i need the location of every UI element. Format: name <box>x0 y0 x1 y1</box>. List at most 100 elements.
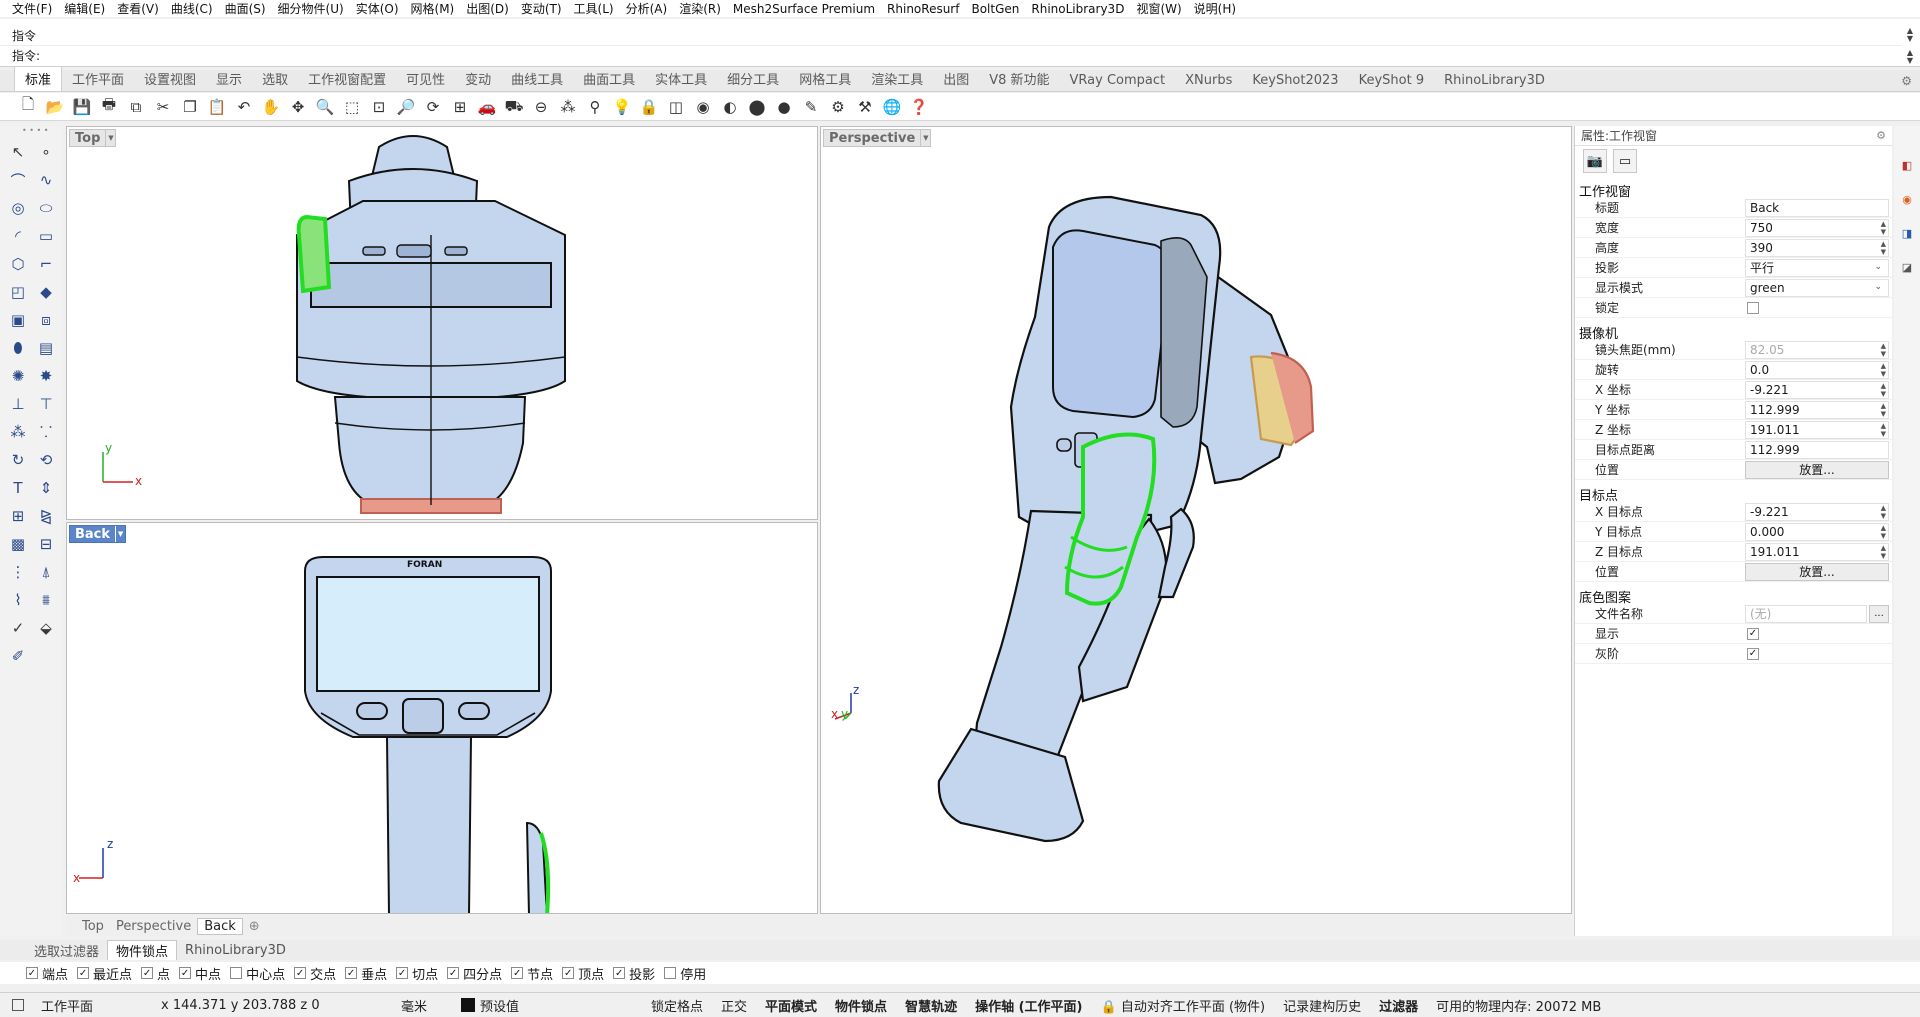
menu-solid[interactable]: 实体(O) <box>350 0 405 17</box>
status-layer[interactable]: 预设值 <box>452 996 642 1015</box>
split-icon[interactable]: ⊤ <box>32 390 60 418</box>
menu-mesh2surface[interactable]: Mesh2Surface Premium <box>727 2 881 16</box>
menu-curve[interactable]: 曲线(C) <box>165 0 219 17</box>
dimension-icon[interactable]: ⇕ <box>32 474 60 502</box>
status-ortho[interactable]: 正交 <box>712 996 756 1015</box>
point-icon[interactable]: ∘ <box>32 138 60 166</box>
menu-view[interactable]: 查看(V) <box>111 0 165 17</box>
menu-rhinoresurf[interactable]: RhinoResurf <box>881 2 965 16</box>
tab-solid-tools[interactable]: 实体工具 <box>645 69 717 91</box>
osnap-point-checkbox[interactable]: ✓ <box>141 967 154 979</box>
new-file-icon[interactable]: 🗋 <box>16 95 40 119</box>
block-icon[interactable]: ▩ <box>4 530 32 558</box>
target-z-field[interactable]: 191.011 ▲ ▼ <box>1745 542 1889 561</box>
viewport-menu-arrow-icon[interactable]: ▼ <box>920 130 930 146</box>
viewport-menu-arrow-icon[interactable]: ▼ <box>105 130 115 146</box>
ungroup-icon[interactable]: ⸪ <box>32 418 60 446</box>
rotate-3d-icon[interactable]: ⟲ <box>32 446 60 474</box>
status-grid-snap[interactable]: 锁定格点 <box>642 996 712 1015</box>
polyline-icon[interactable]: ⌒ <box>4 166 32 194</box>
color-wheel-icon[interactable]: ◉ <box>691 95 715 119</box>
history-icon[interactable]: ⊟ <box>32 530 60 558</box>
lock-icon[interactable]: 🔒 <box>637 95 661 119</box>
tab-keyshot9[interactable]: KeyShot 9 <box>1349 73 1435 91</box>
bend-icon[interactable]: ⌇ <box>4 586 32 614</box>
vptab-perspective[interactable]: Perspective <box>110 919 197 934</box>
tab-drafting[interactable]: 出图 <box>933 69 979 91</box>
status-smarttrack[interactable]: 智慧轨迹 <box>896 996 966 1015</box>
box-solid-icon[interactable]: ▣ <box>4 306 32 334</box>
osnap-intersection-checkbox[interactable]: ✓ <box>294 967 307 979</box>
tab-selection-filter[interactable]: 选取过滤器 <box>26 941 107 960</box>
osnap-center[interactable]: 中心点 <box>230 964 285 983</box>
osnap-tangent-checkbox[interactable]: ✓ <box>396 967 409 979</box>
status-planar[interactable]: 平面模式 <box>756 996 826 1015</box>
tab-visibility[interactable]: 可见性 <box>396 69 455 91</box>
display-tab-icon[interactable]: ◨ <box>1900 226 1914 240</box>
options-gears-icon[interactable]: ⚙ <box>826 95 850 119</box>
osnap-mid-checkbox[interactable]: ✓ <box>179 967 192 979</box>
tab-rhinolibrary3d-panel[interactable]: RhinoLibrary3D <box>177 943 294 958</box>
menu-surface[interactable]: 曲面(S) <box>219 0 272 17</box>
plugin-globe-icon[interactable]: 🌐 <box>880 95 904 119</box>
analyze-icon[interactable]: ⍋ <box>32 558 60 586</box>
spinner-icon[interactable]: ▲ ▼ <box>1881 382 1886 398</box>
viewport-perspective[interactable]: Perspective ▼ z x y <box>820 126 1572 914</box>
osnap-vertex[interactable]: ✓ 顶点 <box>562 964 604 983</box>
tabs-gear-icon[interactable]: ⚙ <box>1901 74 1912 88</box>
render-mesh-icon[interactable]: ⬙ <box>32 614 60 642</box>
light-icon[interactable]: ✺ <box>4 362 32 390</box>
shaded-sphere-icon[interactable]: ● <box>772 95 796 119</box>
zoom-window-icon[interactable]: ⬚ <box>340 95 364 119</box>
rotation-field[interactable]: 0.0 ▲ ▼ <box>1745 360 1889 379</box>
osnap-point[interactable]: ✓ 点 <box>141 964 170 983</box>
osnap-center-checkbox[interactable] <box>230 967 243 979</box>
rotate-view-icon[interactable]: ⟳ <box>421 95 445 119</box>
trim-icon[interactable]: ⊥ <box>4 390 32 418</box>
osnap-disable[interactable]: 停用 <box>664 964 706 983</box>
wireframe-car-icon[interactable]: ⛟ <box>502 95 526 119</box>
copy-to-clipboard-icon[interactable]: ⧉ <box>124 95 148 119</box>
extrude-surface-icon[interactable]: ◆ <box>32 278 60 306</box>
status-units[interactable]: 毫米 <box>392 996 452 1015</box>
spinner-icon[interactable]: ▲ ▼ <box>1881 544 1886 560</box>
material-sphere-icon[interactable]: ◐ <box>718 95 742 119</box>
target-distance-field[interactable]: 112.999 <box>1745 440 1889 459</box>
drafting-icon[interactable]: ✐ <box>4 642 32 670</box>
menu-file[interactable]: 文件(F) <box>6 0 58 17</box>
osnap-project-checkbox[interactable]: ✓ <box>613 967 626 979</box>
osnap-near[interactable]: ✓ 最近点 <box>77 964 132 983</box>
osnap-end[interactable]: ✓ 端点 <box>26 964 68 983</box>
menu-transform[interactable]: 变动(T) <box>515 0 568 17</box>
osnap-project[interactable]: ✓ 投影 <box>613 964 655 983</box>
vptab-back[interactable]: Back <box>197 917 243 935</box>
help-icon[interactable]: ❓ <box>907 95 931 119</box>
status-gumball[interactable]: 操作轴 (工作平面) <box>966 996 1091 1015</box>
highlight-icon[interactable]: ✎ <box>799 95 823 119</box>
tab-viewport-layout[interactable]: 工作视窗配置 <box>298 69 396 91</box>
osnap-near-checkbox[interactable]: ✓ <box>77 967 90 979</box>
status-record-history[interactable]: 记录建构历史 <box>1274 996 1370 1015</box>
menu-mesh[interactable]: 网格(M) <box>405 0 461 17</box>
render-sphere-icon[interactable]: ⬤ <box>745 95 769 119</box>
viewport-back[interactable]: FORAN Back ▼ z x <box>66 522 818 914</box>
menu-drafting[interactable]: 出图(D) <box>460 0 515 17</box>
tab-rhinolibrary3d[interactable]: RhinoLibrary3D <box>1434 73 1555 91</box>
tab-vray[interactable]: VRay Compact <box>1060 73 1176 91</box>
layer-icon[interactable]: ◫ <box>664 95 688 119</box>
cplane-icon[interactable]: ⊖ <box>529 95 553 119</box>
menu-edit[interactable]: 编辑(E) <box>58 0 111 17</box>
mesh-icon[interactable]: ▤ <box>32 334 60 362</box>
tab-mesh-tools[interactable]: 网格工具 <box>789 69 861 91</box>
camera-z-field[interactable]: 191.011 ▲ ▼ <box>1745 420 1889 439</box>
undo-icon[interactable]: ↶ <box>232 95 256 119</box>
viewport-back-label[interactable]: Back ▼ <box>69 525 127 543</box>
tab-set-view[interactable]: 设置视图 <box>134 69 206 91</box>
osnap-disable-checkbox[interactable] <box>664 967 677 979</box>
target-x-field[interactable]: -9.221 ▲ ▼ <box>1745 502 1889 521</box>
spinner-icon[interactable]: ▲ ▼ <box>1881 342 1886 358</box>
menu-analyze[interactable]: 分析(A) <box>620 0 674 17</box>
grayscale-checkbox[interactable]: ✓ <box>1747 647 1759 660</box>
open-file-icon[interactable]: 📂 <box>43 95 67 119</box>
move-view-icon[interactable]: ✥ <box>286 95 310 119</box>
